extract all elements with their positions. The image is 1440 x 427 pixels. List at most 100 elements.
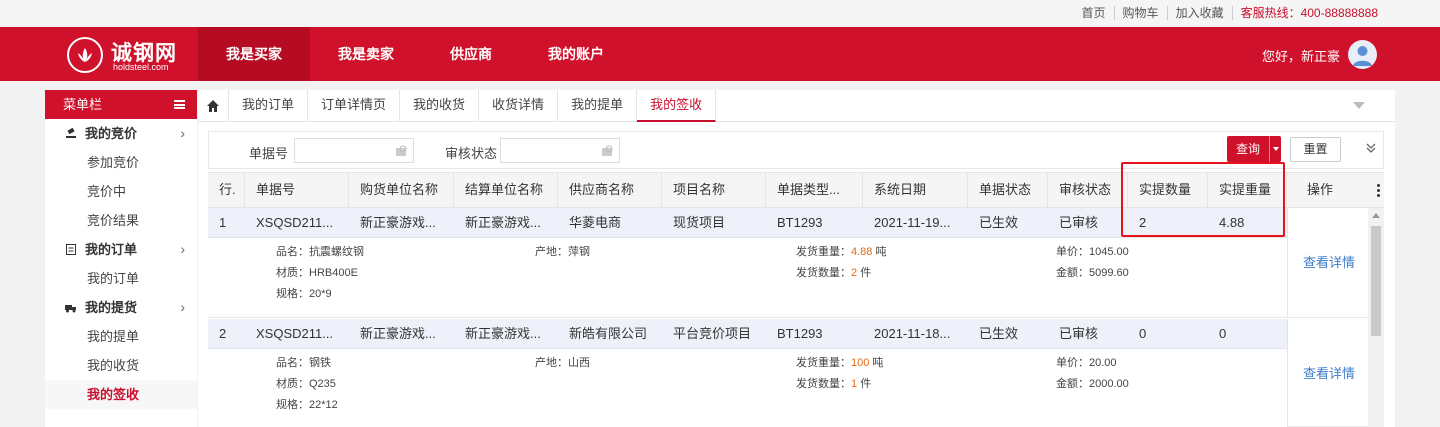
sidebar-group-pickup[interactable]: 我的提货 ›	[45, 293, 197, 322]
vertical-scrollbar[interactable]	[1368, 208, 1384, 427]
cart-link[interactable]: 购物车	[1113, 6, 1167, 20]
logo[interactable]: 诚钢网 holdsteel.com	[67, 35, 187, 75]
cell-buyer: 新正豪游戏...	[360, 215, 436, 230]
cell-doc-no: XSQSD211...	[256, 215, 334, 230]
col-header-settlement[interactable]: 结算单位名称	[454, 173, 558, 207]
tab-my-receipt[interactable]: 我的收货	[400, 90, 480, 122]
sidebar-item-my-bill[interactable]: 我的提单	[45, 322, 197, 351]
main-content: 我的订单 订单详情页 我的收货 收货详情 我的提单 我的签收 单据号 审核状态 …	[198, 90, 1395, 427]
chevron-right-icon: ›	[180, 125, 185, 141]
cell-project: 平台竞价项目	[673, 326, 752, 341]
audit-status-label: 审核状态	[445, 146, 498, 161]
hamburger-menu-icon[interactable]	[174, 100, 185, 109]
action-cell: 查看详情	[1287, 319, 1368, 427]
reset-button[interactable]: 重置	[1290, 137, 1341, 162]
col-header-doc-no[interactable]: 单据号	[245, 173, 349, 207]
more-vertical-icon[interactable]	[1377, 184, 1380, 197]
tab-bar: 我的订单 订单详情页 我的收货 收货详情 我的提单 我的签收	[198, 90, 1395, 122]
sidebar-title: 菜单栏	[63, 97, 103, 112]
detail-spec: 规格：20*9	[276, 288, 332, 300]
col-header-audit-status[interactable]: 审核状态	[1048, 173, 1128, 207]
chevron-right-icon: ›	[180, 299, 185, 315]
cell-actual-qty: 0	[1139, 326, 1147, 341]
cell-system-date: 2021-11-19...	[874, 215, 951, 230]
query-button[interactable]: 查询	[1227, 136, 1281, 162]
user-greeting: 您好，新正豪	[1261, 49, 1340, 64]
truck-icon	[65, 305, 76, 313]
col-header-action: 操作	[1307, 182, 1334, 197]
favorite-link[interactable]: 加入收藏	[1166, 6, 1232, 20]
cell-doc-status: 已生效	[979, 326, 1019, 341]
scrollbar-thumb[interactable]	[1371, 226, 1381, 336]
audit-status-input[interactable]	[500, 138, 620, 163]
detail-name: 品名：钢铁	[276, 357, 331, 369]
cell-doc-type: BT1293	[777, 326, 823, 341]
col-header-supplier[interactable]: 供应商名称	[558, 173, 662, 207]
tab-my-signoff[interactable]: 我的签收	[637, 90, 717, 122]
tab-receipt-detail[interactable]: 收货详情	[479, 90, 559, 122]
sidebar-group-label: 我的提货	[85, 300, 138, 315]
sidebar-item-bidding[interactable]: 竞价中	[45, 177, 197, 206]
home-icon	[207, 100, 219, 112]
cell-audit-status: 已审核	[1059, 326, 1099, 341]
cell-supplier: 新皓有限公司	[569, 326, 648, 341]
cell-row-no: 1	[219, 215, 227, 230]
tab-my-orders[interactable]: 我的订单	[229, 90, 309, 122]
sidebar-item-my-receipt[interactable]: 我的收货	[45, 351, 197, 380]
detail-weight: 发货重量：100 吨	[796, 357, 884, 369]
cell-doc-type: BT1293	[777, 215, 823, 230]
col-header-buyer[interactable]: 购货单位名称	[349, 173, 454, 207]
doc-no-input[interactable]	[294, 138, 414, 163]
detail-weight: 发货重量：4.88 吨	[796, 246, 887, 258]
action-cell: 查看详情	[1287, 208, 1368, 318]
caret-down-icon[interactable]	[1353, 102, 1365, 109]
sidebar-item-my-signoff[interactable]: 我的签收	[45, 380, 197, 409]
cell-settlement: 新正豪游戏...	[465, 326, 541, 341]
home-link[interactable]: 首页	[1074, 6, 1114, 20]
table-row[interactable]: 2 XSQSD211... 新正豪游戏... 新正豪游戏... 新皓有限公司 平…	[208, 319, 1287, 349]
detail-qty: 发货数量：2 件	[796, 267, 872, 279]
cell-project: 现货项目	[673, 215, 726, 230]
cell-doc-status: 已生效	[979, 215, 1019, 230]
nav-account[interactable]: 我的账户	[520, 27, 632, 81]
tab-order-detail[interactable]: 订单详情页	[308, 90, 401, 122]
detail-price: 单价：1045.00	[1056, 246, 1129, 258]
row-detail: 品名：抗震螺纹钢 材质：HRB400E 规格：20*9 产地：萍钢 发货重量：4…	[208, 238, 1287, 318]
nav-seller[interactable]: 我是卖家	[310, 27, 422, 81]
col-header-doc-type[interactable]: 单据类型...	[766, 173, 863, 207]
chevron-right-icon: ›	[180, 241, 185, 257]
sidebar-group-orders[interactable]: 我的订单 ›	[45, 235, 197, 264]
nav-supplier[interactable]: 供应商	[422, 27, 520, 81]
sidebar-group-label: 我的竞价	[85, 126, 138, 141]
tab-my-bill[interactable]: 我的提单	[558, 90, 638, 122]
cell-doc-no: XSQSD211...	[256, 326, 334, 341]
detail-material: 材质：Q235	[276, 378, 336, 390]
avatar[interactable]	[1348, 40, 1377, 69]
query-dropdown-icon[interactable]	[1269, 136, 1281, 162]
view-detail-link[interactable]: 查看详情	[1303, 363, 1355, 382]
sidebar-group-bidding[interactable]: 我的竞价 ›	[45, 119, 197, 148]
cell-audit-status: 已审核	[1059, 215, 1099, 230]
gavel-icon	[66, 128, 76, 138]
detail-spec: 规格：22*12	[276, 399, 338, 411]
double-chevron-down-icon[interactable]	[1365, 141, 1377, 155]
sidebar-item-join-bid[interactable]: 参加竞价	[45, 148, 197, 177]
main-nav: 我是买家 我是卖家 供应商 我的账户	[198, 27, 632, 81]
sidebar-item-my-orders[interactable]: 我的订单	[45, 264, 197, 293]
row-detail: 品名：钢铁 材质：Q235 规格：22*12 产地：山西 发货重量：100 吨 …	[208, 349, 1287, 427]
top-links: 首页 购物车 加入收藏 客服热线：400-88888888	[1074, 6, 1386, 20]
home-tab[interactable]	[198, 90, 229, 121]
col-header-row: 行.	[208, 173, 245, 207]
detail-material: 材质：HRB400E	[276, 267, 358, 279]
sidebar-item-bid-result[interactable]: 竞价结果	[45, 206, 197, 235]
top-utility-bar: 首页 购物车 加入收藏 客服热线：400-88888888	[0, 0, 1440, 27]
view-detail-link[interactable]: 查看详情	[1303, 252, 1355, 271]
nav-buyer[interactable]: 我是买家	[198, 27, 310, 81]
col-header-project[interactable]: 项目名称	[662, 173, 766, 207]
col-header-doc-status[interactable]: 单据状态	[968, 173, 1048, 207]
cell-row-no: 2	[219, 326, 227, 341]
detail-origin: 产地：萍钢	[535, 246, 590, 258]
cell-buyer: 新正豪游戏...	[360, 326, 436, 341]
scroll-up-icon[interactable]	[1372, 213, 1380, 218]
col-header-system-date[interactable]: 系统日期	[863, 173, 968, 207]
